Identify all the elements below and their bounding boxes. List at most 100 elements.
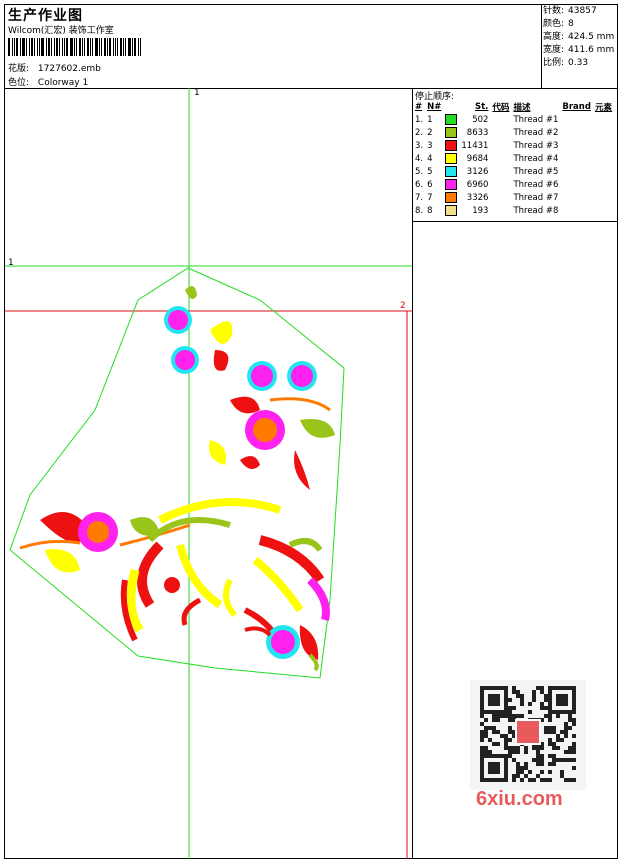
qr-module: [484, 730, 488, 734]
qr-module: [508, 698, 512, 702]
qr-module: [548, 738, 552, 742]
qr-module: [532, 746, 536, 750]
qr-module: [516, 750, 520, 754]
qr-module: [520, 702, 524, 706]
qr-module: [528, 702, 532, 706]
qr-module: [508, 754, 512, 758]
qr-module: [524, 746, 528, 750]
qr-module: [504, 746, 508, 750]
qr-module: [544, 706, 548, 710]
qr-module: [556, 738, 560, 742]
qr-module: [512, 746, 516, 750]
qr-module: [528, 710, 532, 714]
guide-label-h1: 1: [8, 258, 14, 268]
watermark-text: 6xiu.com: [476, 788, 563, 810]
qr-module: [572, 722, 576, 726]
qr-module: [540, 762, 544, 766]
qr-module: [560, 730, 564, 734]
qr-module: [564, 734, 568, 738]
qr-code: [470, 680, 586, 790]
qr-module: [536, 746, 540, 750]
qr-module: [516, 714, 520, 718]
qr-module: [512, 758, 516, 762]
qr-module: [552, 746, 556, 750]
qr-module: [528, 778, 532, 782]
qr-module: [568, 758, 572, 762]
qr-module: [516, 694, 520, 698]
qr-module: [568, 714, 572, 718]
qr-module: [496, 730, 500, 734]
qr-module: [572, 742, 576, 746]
qr-module: [492, 742, 496, 746]
qr-module: [524, 766, 528, 770]
qr-module: [552, 726, 556, 730]
qr-module: [508, 710, 512, 714]
qr-module: [512, 686, 516, 690]
qr-module: [560, 774, 564, 778]
qr-module: [488, 738, 492, 742]
guide-label-v1: 1: [194, 88, 200, 98]
qr-module: [552, 754, 556, 758]
qr-module: [480, 746, 484, 750]
qr-module: [508, 718, 512, 722]
qr-module: [536, 686, 540, 690]
qr-module: [492, 730, 496, 734]
qr-module: [484, 734, 488, 738]
qr-module: [548, 718, 552, 722]
qr-module: [480, 714, 484, 718]
qr-module: [568, 718, 572, 722]
qr-module: [564, 730, 568, 734]
qr-module: [552, 742, 556, 746]
qr-module: [480, 730, 484, 734]
qr-module: [516, 766, 520, 770]
qr-module: [540, 758, 544, 762]
qr-finder: [488, 762, 500, 774]
qr-module: [572, 758, 576, 762]
qr-module: [548, 726, 552, 730]
qr-module: [516, 762, 520, 766]
qr-module: [540, 702, 544, 706]
qr-finder: [556, 694, 568, 706]
qr-module: [548, 778, 552, 782]
qr-module: [564, 722, 568, 726]
qr-module: [540, 746, 544, 750]
qr-module: [556, 734, 560, 738]
qr-module: [484, 726, 488, 730]
qr-module: [572, 718, 576, 722]
qr-module: [508, 714, 512, 718]
qr-module: [504, 742, 508, 746]
qr-module: [500, 714, 504, 718]
qr-module: [568, 750, 572, 754]
qr-module: [544, 714, 548, 718]
qr-module: [488, 726, 492, 730]
qr-module: [480, 722, 484, 726]
qr-module: [536, 762, 540, 766]
qr-module: [532, 758, 536, 762]
qr-module: [524, 750, 528, 754]
qr-module: [556, 746, 560, 750]
qr-module: [552, 730, 556, 734]
qr-module: [516, 774, 520, 778]
qr-module: [516, 690, 520, 694]
qr-module: [548, 770, 552, 774]
qr-module: [520, 778, 524, 782]
qr-module: [512, 750, 516, 754]
qr-module: [516, 746, 520, 750]
qr-module: [544, 694, 548, 698]
qr-module: [500, 734, 504, 738]
qr-module: [480, 738, 484, 742]
qr-module: [512, 714, 516, 718]
qr-module: [552, 758, 556, 762]
qr-module: [568, 726, 572, 730]
qr-module: [548, 754, 552, 758]
qr-module: [504, 738, 508, 742]
qr-module: [540, 778, 544, 782]
qr-module: [572, 766, 576, 770]
qr-module: [540, 706, 544, 710]
qr-module: [512, 774, 516, 778]
qr-module: [484, 746, 488, 750]
qr-module: [548, 762, 552, 766]
qr-module: [512, 706, 516, 710]
qr-module: [496, 742, 500, 746]
qr-module: [536, 774, 540, 778]
